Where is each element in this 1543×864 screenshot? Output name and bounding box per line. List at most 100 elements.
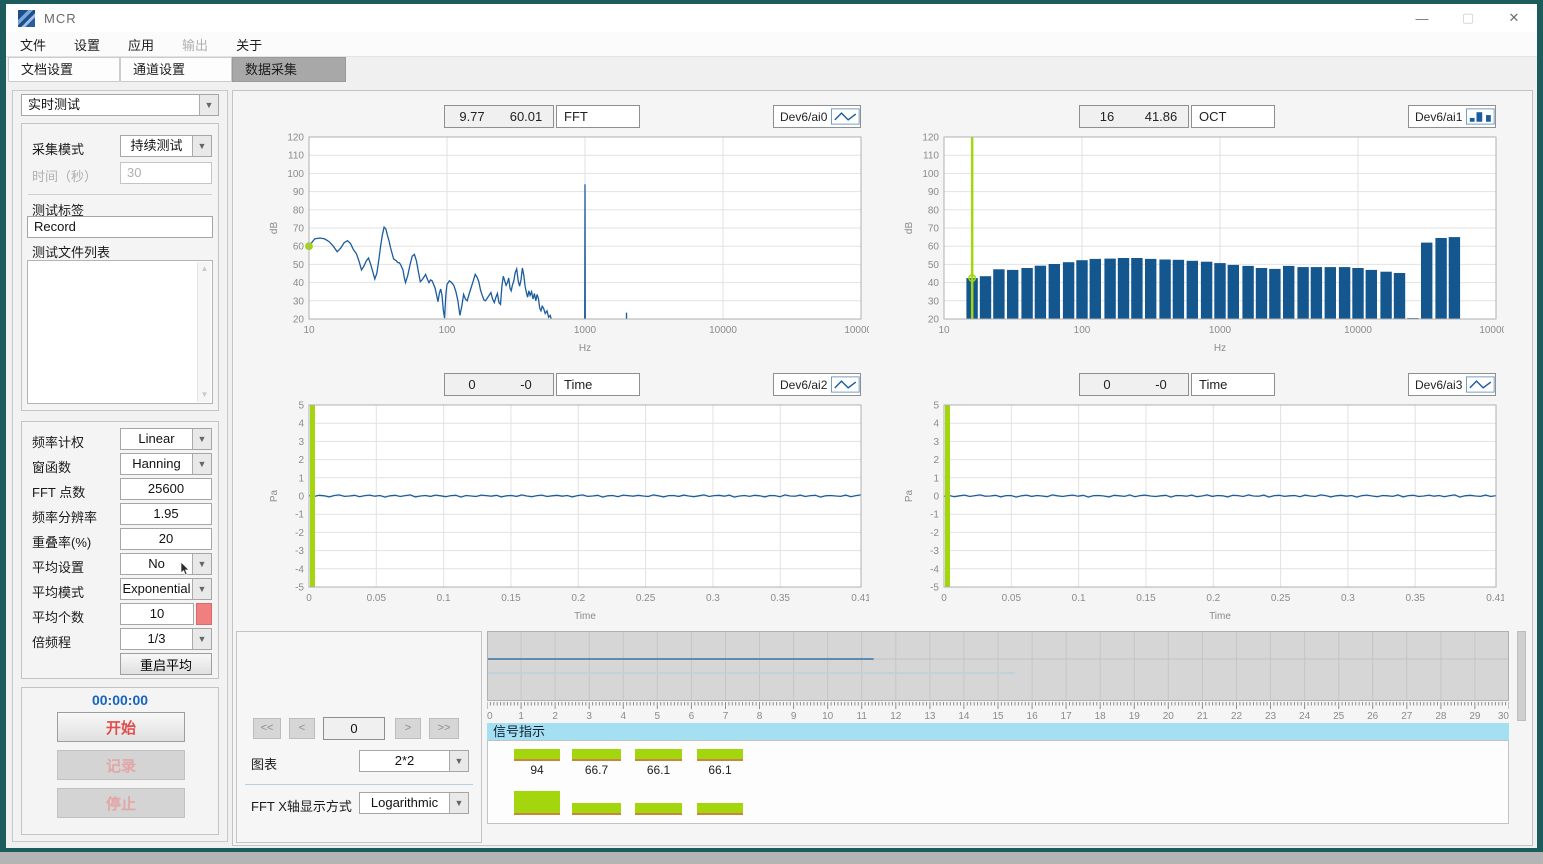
time2-type-field[interactable]: Time <box>1191 373 1275 396</box>
signal-meter-bar <box>572 803 621 815</box>
timeline-scrollbar[interactable] <box>1517 631 1526 721</box>
time2-chart-cell: 0-0 Time Dev6/ai3 -5-4-3-2-101234500.050… <box>898 369 1504 627</box>
fft-type-field[interactable]: FFT <box>556 105 640 128</box>
octave-select[interactable]: 1/3▼ <box>120 628 212 650</box>
menu-file[interactable]: 文件 <box>6 35 60 54</box>
chevron-down-icon: ▼ <box>192 429 211 449</box>
record-timeline[interactable] <box>487 631 1509 701</box>
scroll-down-icon[interactable]: ▼ <box>198 388 211 402</box>
svg-text:-1: -1 <box>295 510 304 521</box>
oct-type-field[interactable]: OCT <box>1191 105 1275 128</box>
freq-resolution-label: 频率分辨率 <box>32 507 97 526</box>
oct-plot[interactable]: 2030405060708090100110120101001000100001… <box>898 131 1504 357</box>
signal-value: 66.7 <box>572 763 621 777</box>
signal-meter-bar <box>635 803 682 815</box>
file-list-scrollbar[interactable]: ▲ ▼ <box>197 262 211 402</box>
bar-chart-icon <box>1466 108 1495 125</box>
svg-text:0.35: 0.35 <box>770 593 790 604</box>
fft-device-selector[interactable]: Dev6/ai0 <box>773 105 861 128</box>
svg-text:-4: -4 <box>930 564 939 575</box>
window-func-select[interactable]: Hanning▼ <box>120 453 212 475</box>
signal-meter-bar <box>514 791 560 815</box>
fft-xaxis-label: FFT X轴显示方式 <box>251 796 352 815</box>
freq-weighting-label: 频率计权 <box>32 432 84 451</box>
restart-average-button[interactable]: 重启平均 <box>120 653 212 675</box>
sidebar: 实时测试▼ 采集模式 持续测试▼ 时间（秒） 30 测试标签 Record 测试… <box>12 90 228 842</box>
test-file-list[interactable]: ▲ ▼ <box>27 260 213 404</box>
svg-text:4: 4 <box>298 419 304 430</box>
overlap-input[interactable]: 20 <box>120 528 212 550</box>
avg-setting-select[interactable]: No▼ <box>120 553 212 575</box>
tab-channel-settings[interactable]: 通道设置 <box>120 57 232 82</box>
window-func-label: 窗函数 <box>32 457 71 476</box>
oct-device-selector[interactable]: Dev6/ai1 <box>1408 105 1496 128</box>
svg-text:Hz: Hz <box>579 343 591 354</box>
svg-text:110: 110 <box>923 151 939 162</box>
svg-text:90: 90 <box>293 187 305 198</box>
svg-text:0: 0 <box>306 593 312 604</box>
elapsed-timer: 00:00:00 <box>22 692 218 708</box>
signal-level-bar <box>635 749 682 761</box>
avg-count-flag <box>196 603 212 625</box>
svg-text:Hz: Hz <box>1214 343 1226 354</box>
time1-device-selector[interactable]: Dev6/ai2 <box>773 373 861 396</box>
nav-next-button[interactable]: > <box>395 718 421 739</box>
fft-xaxis-select[interactable]: Logarithmic▼ <box>359 792 469 814</box>
svg-text:1: 1 <box>518 711 524 721</box>
svg-text:-5: -5 <box>295 583 304 594</box>
menu-apply[interactable]: 应用 <box>114 35 168 54</box>
svg-text:110: 110 <box>288 151 304 162</box>
fft-plot[interactable]: 2030405060708090100110120101001000100001… <box>263 131 869 357</box>
menu-about[interactable]: 关于 <box>222 35 276 54</box>
svg-text:50: 50 <box>928 260 940 271</box>
test-label-input[interactable]: Record <box>27 216 213 238</box>
time2-device-selector[interactable]: Dev6/ai3 <box>1408 373 1496 396</box>
acquisition-group: 采集模式 持续测试▼ 时间（秒） 30 测试标签 Record 测试文件列表 ▲… <box>21 123 219 411</box>
nav-last-button[interactable]: >> <box>429 718 459 739</box>
svg-text:0.25: 0.25 <box>636 593 656 604</box>
time-seconds-input[interactable]: 30 <box>120 162 212 184</box>
signal-meter-bar <box>697 803 743 815</box>
svg-text:29: 29 <box>1469 711 1481 721</box>
chevron-down-icon: ▼ <box>192 554 211 574</box>
time-seconds-label: 时间（秒） <box>32 166 97 185</box>
scroll-up-icon[interactable]: ▲ <box>198 262 211 276</box>
svg-text:26: 26 <box>1367 711 1379 721</box>
signal-value: 66.1 <box>635 763 682 777</box>
tab-document-settings[interactable]: 文档设置 <box>8 57 120 82</box>
oct-cursor-readout: 1641.86 <box>1079 105 1189 128</box>
menu-settings[interactable]: 设置 <box>60 35 114 54</box>
minimize-button[interactable]: — <box>1399 4 1445 32</box>
signal-level-bar <box>572 749 621 761</box>
close-button[interactable]: ✕ <box>1491 4 1537 32</box>
fft-points-input[interactable]: 25600 <box>120 478 212 500</box>
avg-count-input[interactable]: 10 <box>120 603 194 625</box>
svg-text:70: 70 <box>928 224 940 235</box>
svg-text:0.35: 0.35 <box>1405 593 1425 604</box>
acq-mode-select[interactable]: 持续测试▼ <box>120 135 212 157</box>
freq-resolution-input[interactable]: 1.95 <box>120 503 212 525</box>
chart-layout-select[interactable]: 2*2▼ <box>359 750 469 772</box>
time1-type-field[interactable]: Time <box>556 373 640 396</box>
app-icon <box>18 10 35 27</box>
start-button[interactable]: 开始 <box>57 712 185 742</box>
nav-prev-button[interactable]: < <box>289 718 315 739</box>
measure-mode-select[interactable]: 实时测试▼ <box>21 94 219 116</box>
maximize-button[interactable]: ▢ <box>1445 4 1491 32</box>
svg-text:100: 100 <box>439 325 456 336</box>
avg-mode-select[interactable]: Exponential▼ <box>120 578 212 600</box>
stop-button: 停止 <box>57 788 185 818</box>
time1-plot[interactable]: -5-4-3-2-101234500.050.10.150.20.250.30.… <box>263 399 869 625</box>
tab-data-acquisition[interactable]: 数据采集 <box>232 57 346 82</box>
nav-position-field[interactable]: 0 <box>323 717 385 740</box>
time2-plot[interactable]: -5-4-3-2-101234500.050.10.150.20.250.30.… <box>898 399 1504 625</box>
chevron-down-icon: ▼ <box>192 629 211 649</box>
nav-first-button[interactable]: << <box>253 718 281 739</box>
svg-text:6: 6 <box>689 711 695 721</box>
signal-indicator-panel: 94 66.7 66.1 66.1 <box>487 740 1509 824</box>
svg-text:80: 80 <box>928 205 940 216</box>
svg-text:60: 60 <box>293 242 305 253</box>
freq-weighting-select[interactable]: Linear▼ <box>120 428 212 450</box>
menu-bar: 文件 设置 应用 输出 关于 <box>6 32 1537 57</box>
menu-output: 输出 <box>168 35 222 54</box>
